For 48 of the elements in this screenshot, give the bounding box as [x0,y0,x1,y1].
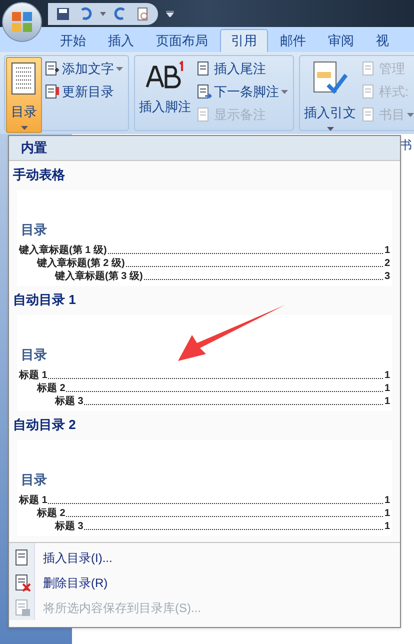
toc-entry: 键入章标题(第 2 级) 2 [36,256,390,270]
toc-entry: 标题 1 1 [19,494,390,506]
document-disk-icon [13,598,31,616]
preview-title: 目录 [21,346,48,364]
preview-title: 目录 [21,221,48,239]
gallery-title: 自动目录 1 [13,291,77,309]
ribbon-small-button[interactable]: 添加文字 [44,59,127,79]
ribbon-tab[interactable]: 页面布局 [146,29,218,52]
ribbon-tab[interactable]: 邮件 [270,29,316,52]
ribbon-small-button[interactable]: 插入尾注 [196,59,292,79]
toc-entry: 标题 3 1 [54,520,390,532]
ribbon-tab[interactable]: 引用 [220,29,268,52]
ribbon-tab[interactable]: 审阅 [318,29,364,52]
toc-entry: 标题 3 1 [54,394,390,408]
gallery-item[interactable]: 自动目录 2 目录 标题 1 1 标题 2 1 标题 3 1 [9,411,400,536]
gallery-item[interactable]: 手动表格 目录 键入章标题(第 1 级) 1 键入章标题(第 2 级) 2 键入章标题(第 3 级) 3 [9,161,400,286]
toc-entry: 标题 2 1 [36,506,390,520]
menu-header: 内置 [9,136,400,161]
preview-title: 目录 [21,471,48,489]
save-icon[interactable] [56,6,70,20]
ribbon-tab[interactable]: 开始 [50,29,96,52]
menu-item[interactable]: 插入目录(I)... [9,545,400,570]
ribbon-big-button[interactable]: 插入引文 [301,57,359,133]
toc-entry: 键入章标题(第 3 级) 3 [54,270,390,282]
superscript-letters-icon [145,61,185,91]
menu-item[interactable]: 删除目录(R) [9,570,400,595]
toc-entry: 标题 1 1 [19,368,390,382]
document-x-icon [13,574,31,592]
document-alert-icon [44,84,60,100]
caret-icon[interactable] [100,12,106,16]
office-logo-icon [11,11,33,33]
ribbon-big-button[interactable]: 目录 [6,57,42,133]
print-preview-icon[interactable] [136,6,150,20]
toc-entry: 键入章标题(第 1 级) 1 [19,244,390,256]
gallery-title: 自动目录 2 [13,416,77,434]
ribbon-small-button[interactable]: 更新目录 [44,82,127,102]
ribbon-big-button[interactable]: 插入脚注 [136,57,194,133]
group-label: 书 [400,137,412,154]
ribbon-tab[interactable]: 插入 [98,29,144,52]
customize-caret-icon[interactable] [166,10,174,16]
footnote-arrow-icon [196,84,212,100]
ribbon-small-button[interactable]: 下一条脚注 [196,82,292,102]
gallery-item[interactable]: 自动目录 1 目录 标题 1 1 标题 2 1 标题 3 1 [9,286,400,411]
gallery-title: 手动表格 [13,166,66,184]
toc-entry: 标题 2 1 [36,382,390,394]
ribbon-tab[interactable]: 视 [366,29,399,52]
document-plus-icon [44,61,60,77]
document-list-icon [10,62,38,96]
